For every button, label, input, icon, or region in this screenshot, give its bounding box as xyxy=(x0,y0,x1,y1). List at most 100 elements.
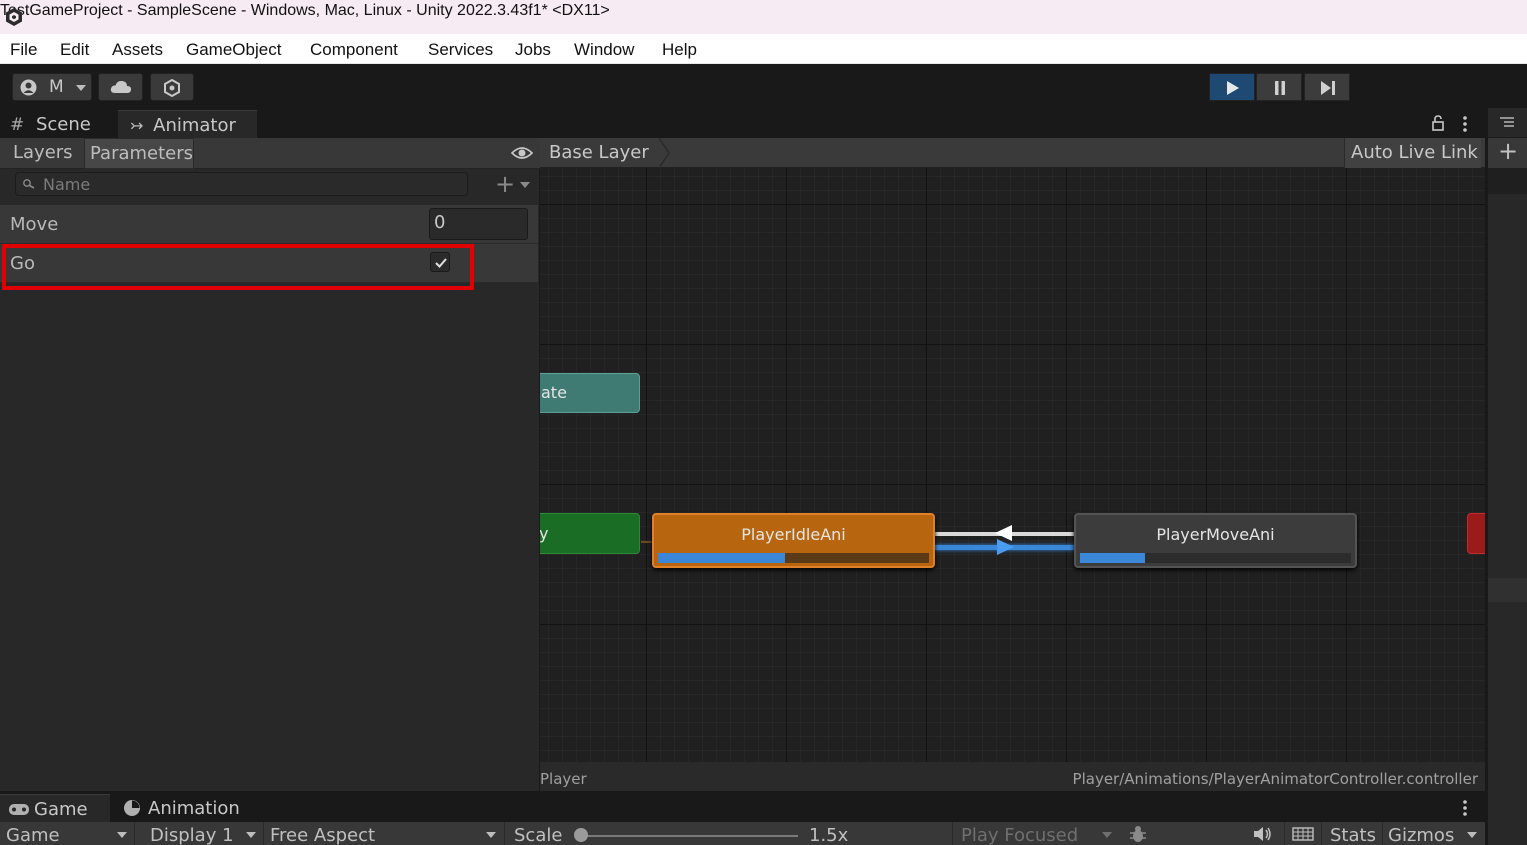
eye-icon[interactable] xyxy=(511,145,533,161)
clock-icon xyxy=(124,800,140,816)
main-toolbar: M xyxy=(0,64,1527,108)
lock-icon[interactable] xyxy=(1431,115,1445,131)
entry-node[interactable]: y xyxy=(540,513,640,554)
display-dropdown[interactable]: Display 1 xyxy=(141,822,263,845)
title-bar: TestGameProject - SampleScene - Windows,… xyxy=(0,0,1527,34)
window-title: TestGameProject - SampleScene - Windows,… xyxy=(0,2,610,19)
tab-parameters[interactable]: Parameters xyxy=(84,138,194,169)
animator-graph-canvas[interactable]: ate y PlayerIdleAni PlayerMoveAni xyxy=(540,168,1485,762)
stats-label: Stats xyxy=(1330,825,1376,845)
search-placeholder: Name xyxy=(43,175,91,194)
move-int-value: 0 xyxy=(434,212,446,233)
cloud-button[interactable] xyxy=(98,73,143,101)
hierarchy-search[interactable] xyxy=(1488,168,1527,194)
menu-file[interactable]: File xyxy=(10,40,37,60)
kebab-menu-icon[interactable] xyxy=(1460,799,1470,817)
menu-bar: File Edit Assets GameObject Component Se… xyxy=(0,34,1527,64)
scale-value: 1.5x xyxy=(809,825,849,845)
state-progress-fill xyxy=(1080,553,1146,563)
account-button[interactable]: M xyxy=(12,73,92,101)
stats-button[interactable]: Stats xyxy=(1321,822,1381,845)
state-player-idle-ani[interactable]: PlayerIdleAni xyxy=(652,513,935,568)
chevron-down-icon xyxy=(486,832,496,838)
controller-path-label: Player/Animations/PlayerAnimatorControll… xyxy=(1072,770,1478,788)
plus-icon[interactable]: + xyxy=(1498,137,1518,165)
highlight-box xyxy=(2,244,474,290)
chevron-down-icon xyxy=(246,832,256,838)
layers-parameters-tabs: Layers Parameters xyxy=(0,138,540,169)
tab-game[interactable]: Game xyxy=(0,794,110,822)
tab-animation[interactable]: Animation xyxy=(110,794,250,822)
play-mode-label: Play Focused xyxy=(961,825,1079,845)
menu-assets[interactable]: Assets xyxy=(112,40,163,60)
tab-layers[interactable]: Layers xyxy=(7,138,82,169)
step-icon xyxy=(1321,81,1335,95)
kebab-menu-icon[interactable] xyxy=(1460,115,1470,133)
display-label: Display 1 xyxy=(150,825,234,845)
step-button[interactable] xyxy=(1304,73,1350,101)
hash-icon: # xyxy=(10,115,25,135)
chevron-down-icon xyxy=(76,85,86,91)
pause-icon xyxy=(1275,81,1285,95)
keyboard-icon xyxy=(1292,827,1314,841)
auto-live-link-button[interactable]: Auto Live Link xyxy=(1344,138,1481,168)
breadcrumb-base-layer[interactable]: Base Layer xyxy=(549,142,649,163)
scale-label: Scale xyxy=(514,825,563,845)
tab-animation-label: Animation xyxy=(148,798,240,819)
play-icon xyxy=(1227,81,1239,95)
graph-breadcrumb-bar: Base Layer Auto Live Link xyxy=(540,138,1485,168)
chevron-down-icon xyxy=(520,182,530,188)
arrow-right-icon xyxy=(997,539,1014,555)
cloud-icon xyxy=(110,80,132,93)
keyboard-button[interactable] xyxy=(1284,822,1320,845)
graph-object-label: Player xyxy=(540,770,587,788)
play-button[interactable] xyxy=(1209,73,1255,101)
move-int-field[interactable]: 0 xyxy=(429,208,528,240)
menu-gameobject[interactable]: GameObject xyxy=(186,40,281,60)
tab-scene[interactable]: # Scene xyxy=(0,110,118,138)
tab-animator[interactable]: ↣ Animator xyxy=(118,110,257,138)
gizmos-label: Gizmos xyxy=(1388,825,1455,845)
tab-game-label: Game xyxy=(34,799,88,820)
menu-window[interactable]: Window xyxy=(574,40,634,60)
aspect-label: Free Aspect xyxy=(270,825,376,845)
hierarchy-toolbar: + xyxy=(1488,137,1527,168)
pause-button[interactable] xyxy=(1256,73,1302,101)
scale-slider-track[interactable] xyxy=(583,835,798,837)
scale-slider-thumb[interactable] xyxy=(574,828,588,842)
menu-jobs[interactable]: Jobs xyxy=(515,40,551,60)
state-label: PlayerIdleAni xyxy=(741,525,846,544)
parameter-search-input[interactable]: Name xyxy=(15,172,468,196)
tab-scene-label: Scene xyxy=(35,114,91,135)
hierarchy-tab[interactable] xyxy=(1488,108,1527,138)
menu-services[interactable]: Services xyxy=(428,40,493,60)
collab-button[interactable] xyxy=(150,73,194,101)
graph-footer: Player Player/Animations/PlayerAnimatorC… xyxy=(540,762,1485,791)
bottom-tab-strip: Game Animation xyxy=(0,794,1485,822)
parameter-row-move[interactable]: Move 0 xyxy=(0,205,538,244)
editor-tab-strip: # Scene ↣ Animator xyxy=(0,108,1485,138)
state-progress-track xyxy=(658,553,929,563)
menu-help[interactable]: Help xyxy=(662,40,697,60)
play-mode-dropdown[interactable]: Play Focused xyxy=(952,822,1122,845)
bug-icon[interactable] xyxy=(1128,824,1148,844)
animator-icon: ↣ xyxy=(130,116,144,135)
state-progress-fill xyxy=(658,553,786,563)
hierarchy-row[interactable] xyxy=(1488,578,1527,602)
game-view-dropdown[interactable]: Game xyxy=(0,822,135,845)
speaker-icon[interactable] xyxy=(1253,826,1273,842)
exit-node[interactable] xyxy=(1467,513,1485,554)
search-icon xyxy=(23,179,35,189)
gizmos-dropdown[interactable]: Gizmos xyxy=(1382,822,1485,845)
aspect-dropdown[interactable]: Free Aspect xyxy=(263,822,504,845)
any-state-node[interactable]: ate xyxy=(540,373,640,413)
chevron-down-icon xyxy=(1467,832,1477,838)
menu-edit[interactable]: Edit xyxy=(60,40,89,60)
add-parameter-button[interactable]: + xyxy=(495,170,535,198)
game-view-toolbar: Game Display 1 Free Aspect Scale 1.5x Pl… xyxy=(0,822,1485,845)
auto-live-link-label: Auto Live Link xyxy=(1351,142,1478,163)
menu-component[interactable]: Component xyxy=(310,40,398,60)
state-progress-track xyxy=(1080,553,1351,563)
state-player-move-ani[interactable]: PlayerMoveAni xyxy=(1074,513,1357,568)
game-view-label: Game xyxy=(6,825,60,845)
